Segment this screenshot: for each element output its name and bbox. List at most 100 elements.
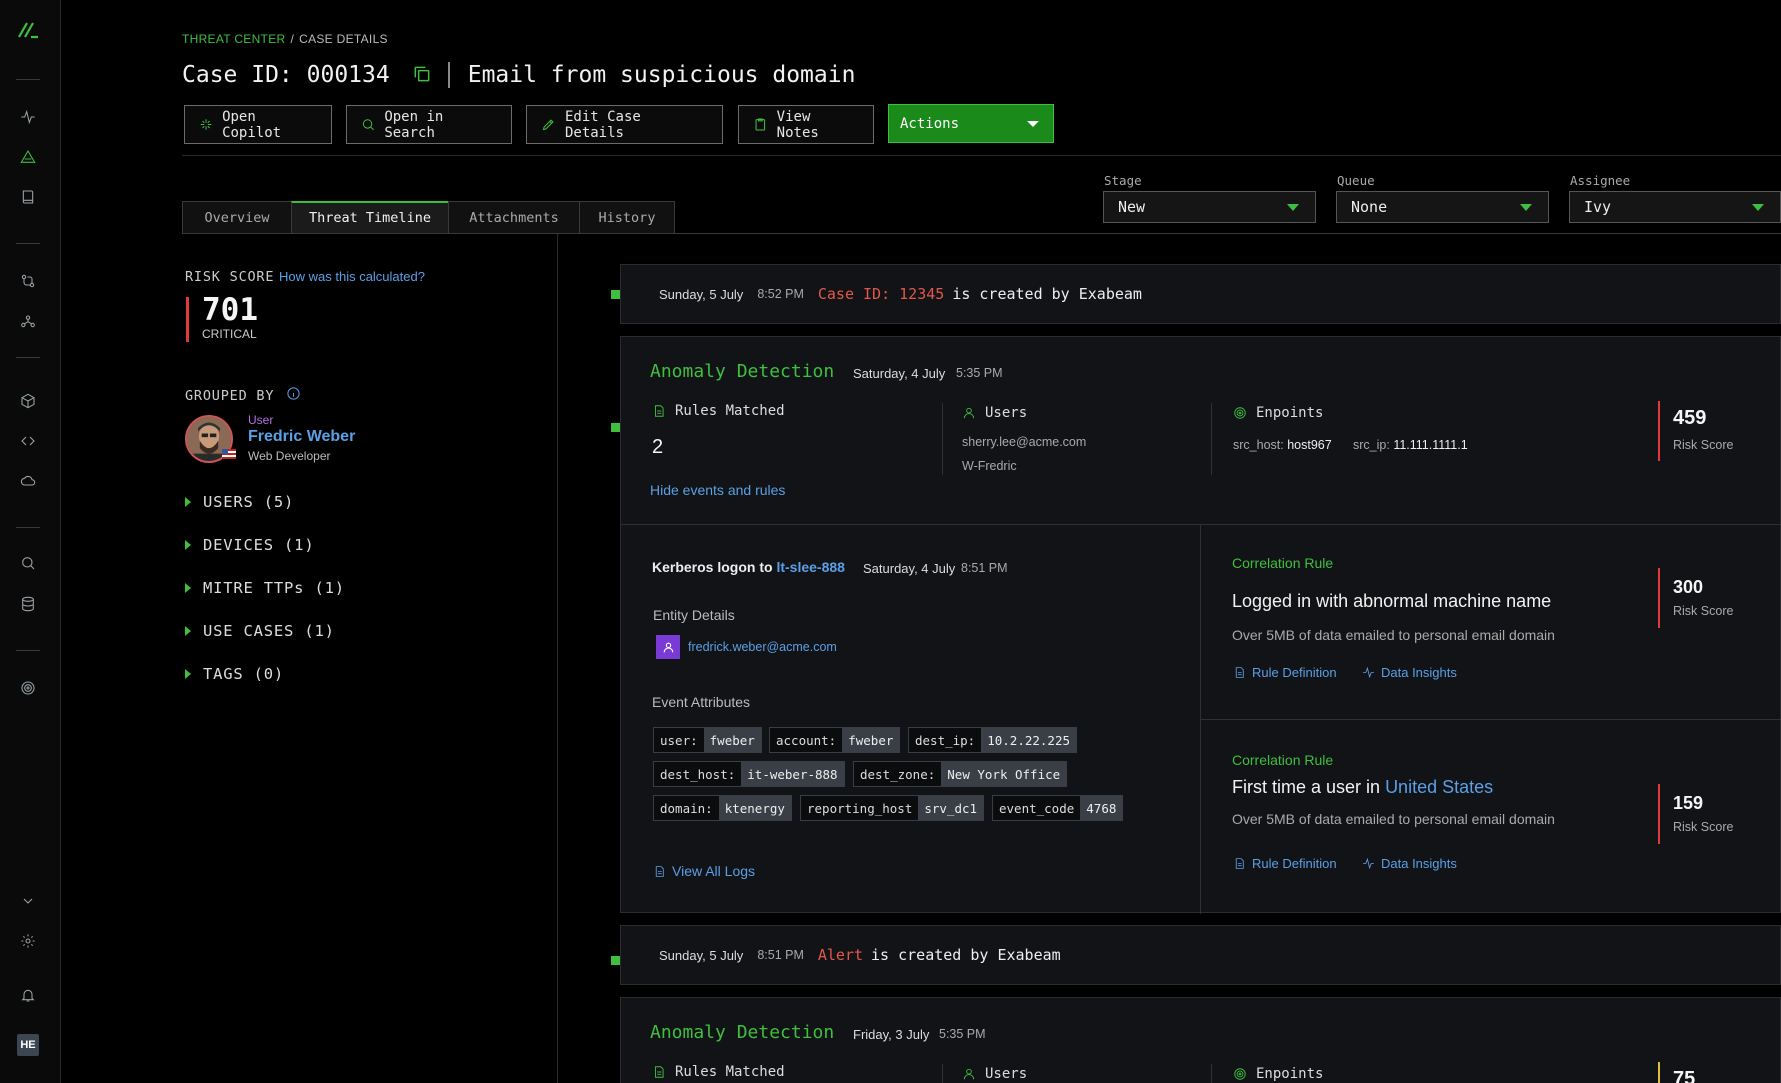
edit-case-details-button[interactable]: Edit Case Details: [526, 105, 723, 144]
info-icon[interactable]: [286, 386, 301, 405]
document-icon: [655, 405, 664, 417]
cloud-icon[interactable]: [15, 468, 41, 494]
users-label: Users: [962, 405, 1027, 421]
cube-icon[interactable]: [15, 388, 41, 414]
search-icon[interactable]: [15, 550, 41, 576]
tab-history[interactable]: History: [579, 201, 675, 233]
attribute-tag[interactable]: dest_host: it-weber-888: [653, 761, 845, 787]
target-icon[interactable]: [15, 675, 41, 701]
entity-email-link[interactable]: fredrick.weber@acme.com: [688, 640, 837, 654]
caret-down-icon: [1520, 203, 1532, 211]
open-in-search-button[interactable]: Open in Search: [346, 105, 512, 144]
breadcrumb-threat-center[interactable]: THREAT CENTER: [182, 32, 285, 46]
correlation-rule-label: Correlation Rule: [1232, 752, 1334, 768]
rules-matched-count: 2: [652, 436, 664, 458]
kerberos-host-link[interactable]: lt-slee-888: [776, 559, 844, 575]
exabeam-logo-icon[interactable]: [15, 16, 41, 42]
risk-score-value: 701: [202, 292, 258, 328]
attribute-tag[interactable]: user: fweber: [653, 727, 762, 753]
pencil-icon: [542, 119, 554, 131]
user-avatar-initials[interactable]: HE: [17, 1034, 39, 1056]
activity-icon[interactable]: [15, 104, 41, 130]
risk-calculation-link[interactable]: How was this calculated?: [279, 269, 425, 284]
view-all-logs-link[interactable]: View All Logs: [653, 863, 755, 879]
rule-risk-score: 159: [1673, 793, 1704, 813]
rule-definition-link[interactable]: Rule Definition: [1233, 856, 1337, 871]
database-icon[interactable]: [15, 591, 41, 617]
threat-center-icon[interactable]: [15, 144, 41, 170]
group-tags[interactable]: TAGS (0): [185, 665, 284, 683]
attribute-tag[interactable]: dest_zone: New York Office: [853, 761, 1068, 787]
expand-triangle-icon: [185, 540, 191, 550]
sidebar: HE: [0, 0, 61, 1083]
src-host: src_host: host967: [1233, 438, 1332, 452]
rules-matched-label: Rules Matched: [652, 403, 785, 419]
endpoints-label: Enpoints: [1233, 405, 1323, 421]
user-icon: [963, 407, 975, 419]
assignee-select[interactable]: Ivy: [1569, 191, 1781, 223]
expand-triangle-icon: [185, 583, 191, 593]
assignee-label: Assignee: [1570, 173, 1631, 188]
code-icon[interactable]: [15, 428, 41, 454]
data-insights-link[interactable]: Data Insights: [1362, 665, 1457, 680]
risk-severity-bar: [1658, 401, 1660, 461]
queue-select[interactable]: None: [1336, 191, 1549, 223]
view-notes-button[interactable]: View Notes: [738, 105, 874, 144]
document-icon: [1235, 667, 1244, 678]
copy-icon[interactable]: [412, 64, 434, 86]
attribute-tag[interactable]: reporting_host srv_dc1: [800, 795, 985, 821]
bell-icon[interactable]: [15, 982, 41, 1008]
attribute-tag[interactable]: event_code 4768: [992, 795, 1124, 821]
document-icon: [655, 865, 664, 877]
document-icon: [655, 1066, 664, 1078]
activity-icon: [1363, 666, 1374, 679]
user-type: User: [248, 413, 274, 427]
breadcrumb: THREAT CENTER / CASE DETAILS: [182, 32, 388, 46]
anomaly-detection-card: Anomaly Detection Saturday, 4 July 5:35 …: [620, 336, 1781, 914]
user-entry[interactable]: sherry.lee@acme.com: [962, 435, 1086, 449]
queue-label: Queue: [1337, 173, 1375, 188]
stage-select[interactable]: New: [1103, 191, 1316, 223]
workflow-icon[interactable]: [15, 268, 41, 294]
tab-threat-timeline[interactable]: Threat Timeline: [291, 201, 449, 233]
country-link[interactable]: United States: [1385, 777, 1493, 797]
anomaly-detection-card: Anomaly Detection Friday, 3 July 5:35 PM…: [620, 997, 1781, 1083]
chevron-down-icon[interactable]: [15, 888, 41, 914]
attribute-tag[interactable]: domain: ktenergy: [653, 795, 792, 821]
actions-dropdown-button[interactable]: Actions: [888, 104, 1054, 143]
tab-overview[interactable]: Overview: [182, 201, 292, 233]
graph-icon[interactable]: [15, 308, 41, 334]
caret-down-icon: [1287, 203, 1299, 211]
tab-attachments[interactable]: Attachments: [448, 201, 580, 233]
user-name-link[interactable]: Fredric Weber: [248, 428, 355, 446]
clipboard-icon: [755, 118, 766, 131]
book-icon[interactable]: [15, 184, 41, 210]
user-entity-icon: [656, 635, 680, 659]
attribute-tag[interactable]: account: fweber: [769, 727, 901, 753]
group-devices[interactable]: DEVICES (1): [185, 536, 314, 554]
gear-icon[interactable]: [15, 928, 41, 954]
sparkle-icon: [200, 119, 212, 130]
timeline-event-case-created: Sunday, 5 July 8:52 PM Case ID: 12345 is…: [620, 264, 1781, 324]
group-users[interactable]: USERS (5): [185, 493, 294, 511]
rule-definition-link[interactable]: Rule Definition: [1233, 665, 1337, 680]
data-insights-link[interactable]: Data Insights: [1362, 856, 1457, 871]
hide-events-link[interactable]: Hide events and rules: [650, 482, 785, 498]
risk-severity-bar: [1658, 1062, 1660, 1083]
case-id: Case ID: 000134: [182, 62, 390, 88]
anomaly-title: Anomaly Detection: [650, 361, 835, 382]
document-icon: [1235, 858, 1244, 869]
timeline-dot: [611, 290, 620, 299]
group-use-cases[interactable]: USE CASES (1): [185, 622, 335, 640]
correlation-rule-label: Correlation Rule: [1232, 555, 1334, 571]
attribute-tag[interactable]: dest_ip: 10.2.22.225: [908, 727, 1078, 753]
group-mitre-ttps[interactable]: MITRE TTPs (1): [185, 579, 345, 597]
user-entry[interactable]: W-Fredric: [962, 459, 1017, 473]
search-icon: [362, 119, 374, 131]
event-attributes-label: Event Attributes: [652, 694, 751, 710]
expand-triangle-icon: [185, 669, 191, 679]
timeline-dot: [611, 956, 620, 965]
user-role: Web Developer: [248, 449, 331, 463]
expand-triangle-icon: [185, 626, 191, 636]
open-copilot-button[interactable]: Open Copilot: [184, 105, 332, 144]
